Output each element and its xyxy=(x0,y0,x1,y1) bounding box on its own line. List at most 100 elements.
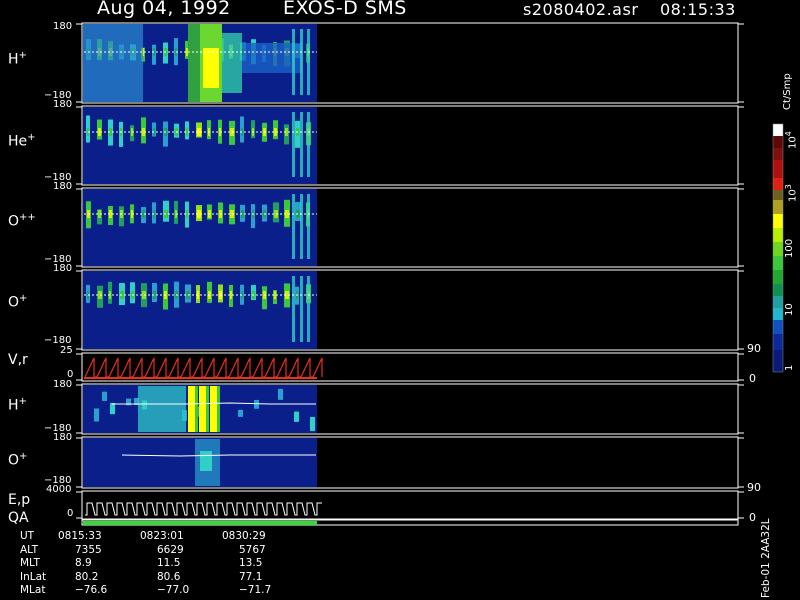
spectrogram-cell xyxy=(222,33,242,93)
spectrogram-cell xyxy=(188,386,195,432)
colorbar-title: Ct/Smp xyxy=(782,73,793,110)
velocity-trace xyxy=(84,357,323,378)
version-label: Feb-01 2AA32L xyxy=(760,518,772,598)
spectrogram-cell xyxy=(307,112,310,177)
colorbar-segment xyxy=(773,148,783,160)
spectrogram-cell xyxy=(307,29,310,95)
colorbar-segment xyxy=(773,350,783,372)
value: 80.2 xyxy=(75,570,99,583)
row-name: InLat xyxy=(20,570,47,583)
colorbar-segment xyxy=(773,190,783,200)
spectrogram-cell xyxy=(230,291,232,299)
colorbar-tick: 10 xyxy=(784,303,795,316)
header-date: Aug 04, 1992 xyxy=(97,0,231,19)
panel-frame xyxy=(81,490,739,520)
spectrogram-background xyxy=(83,189,317,266)
colorbar-segment xyxy=(773,160,783,178)
orbit-info-row: MLat −76.6 −77.0 −71.7 xyxy=(20,584,271,598)
value: 13.5 xyxy=(239,557,263,569)
qa-bar xyxy=(83,521,317,525)
y-tick-top: 180 xyxy=(53,21,73,32)
colorbar-tick: 104 xyxy=(784,131,799,149)
sms-spectrogram-chart xyxy=(76,22,784,526)
y-tick-top: 25 xyxy=(60,345,73,356)
header-instrument: EXOS-D SMS xyxy=(283,0,407,19)
spectrogram-cell xyxy=(210,386,217,432)
colorbar-segment xyxy=(773,214,783,228)
orbit-info-row: InLat 80.2 80.6 77.1 xyxy=(20,571,271,585)
header-time: 08:15:33 xyxy=(660,0,736,19)
row-name: ALT xyxy=(20,543,39,556)
orbit-info-row: UT 0815:33 0823:01 0830:29 xyxy=(20,530,271,544)
colorbar-segment xyxy=(773,308,783,320)
y-tick-top: 180 xyxy=(53,432,73,443)
value: 6629 xyxy=(157,543,184,556)
colorbar-segment xyxy=(773,296,783,308)
value: 5767 xyxy=(239,543,266,556)
panel-label-h-plus-2: H+ xyxy=(8,396,27,414)
orbit-info-row: ALT 7355 6629 5767 xyxy=(20,544,271,558)
panel-label-o-plus-plus: O++ xyxy=(8,212,36,230)
row-name: MLat xyxy=(20,584,46,596)
spectrogram-cell xyxy=(307,276,310,342)
spectrogram-cell xyxy=(238,409,243,417)
spectrogram-cell xyxy=(94,408,99,422)
colorbar-tick: 1 xyxy=(784,364,795,371)
spectrogram-cell xyxy=(300,276,303,342)
value: −76.6 xyxy=(75,584,108,596)
spectrogram-cell xyxy=(83,24,143,102)
colorbar-segment xyxy=(773,242,783,256)
spectrogram-cell xyxy=(203,48,219,88)
spectrogram-cell xyxy=(300,29,303,95)
colorbar-segment xyxy=(773,270,783,284)
spectrogram-cell xyxy=(199,386,206,432)
right-tick-top: 90 xyxy=(747,481,761,494)
spectrogram-cell xyxy=(138,386,186,432)
header-file: s2080402.asr xyxy=(523,0,639,19)
spectrogram-cell xyxy=(292,194,295,259)
spectrogram-cell xyxy=(188,24,200,102)
spectrogram-cell xyxy=(307,194,310,259)
spectrogram-cell xyxy=(254,399,259,409)
spectrogram-cell xyxy=(300,194,303,259)
y-tick-top: 180 xyxy=(53,263,73,274)
value: 11.5 xyxy=(157,557,181,569)
value: 77.1 xyxy=(239,570,263,583)
panel-label-h-plus: H+ xyxy=(8,50,27,68)
panel-label-o-plus-2: O+ xyxy=(8,451,28,469)
spectrogram-cell xyxy=(186,210,188,218)
y-tick-top: 180 xyxy=(53,181,73,192)
y-tick-bottom: 0 xyxy=(67,508,74,519)
spectrogram-cell xyxy=(102,391,107,401)
value: 0815:33 xyxy=(58,530,102,542)
panel-label-ep: E,p xyxy=(8,492,31,508)
y-tick-top: 180 xyxy=(53,99,73,110)
panel-label-o-plus: O+ xyxy=(8,293,28,311)
colorbar-segment xyxy=(773,136,783,148)
spectrogram-cell xyxy=(110,402,115,415)
spectrogram-cell xyxy=(278,388,283,400)
value: 80.6 xyxy=(157,570,181,583)
y-tick-top: 4000 xyxy=(46,484,72,495)
spectrogram-cell xyxy=(300,112,303,177)
panel-label-qa: QA xyxy=(8,510,29,526)
spectrogram-cell xyxy=(217,386,220,432)
colorbar-segment xyxy=(773,178,783,190)
row-name: UT xyxy=(20,530,35,542)
panel-label-he-plus: He+ xyxy=(8,132,36,150)
spectrogram-cell xyxy=(274,291,276,299)
colorbar-segment xyxy=(773,124,783,136)
spectrogram-cell xyxy=(186,128,188,136)
value: 0830:29 xyxy=(222,530,266,542)
spectrogram-background xyxy=(83,107,317,184)
value: 8.9 xyxy=(75,557,92,569)
orbit-info-table: UT 0815:33 0823:01 0830:29 ALT 7355 6629… xyxy=(20,530,271,598)
colorbar-segment xyxy=(773,320,783,334)
row-name: MLT xyxy=(20,557,40,569)
spectrogram-cell xyxy=(292,112,295,177)
energy-trace xyxy=(85,502,322,516)
panel-label-vr: V,r xyxy=(8,352,28,368)
value: 7355 xyxy=(75,543,102,556)
value: −77.0 xyxy=(157,584,190,596)
colorbar-tick: 100 xyxy=(784,238,795,258)
